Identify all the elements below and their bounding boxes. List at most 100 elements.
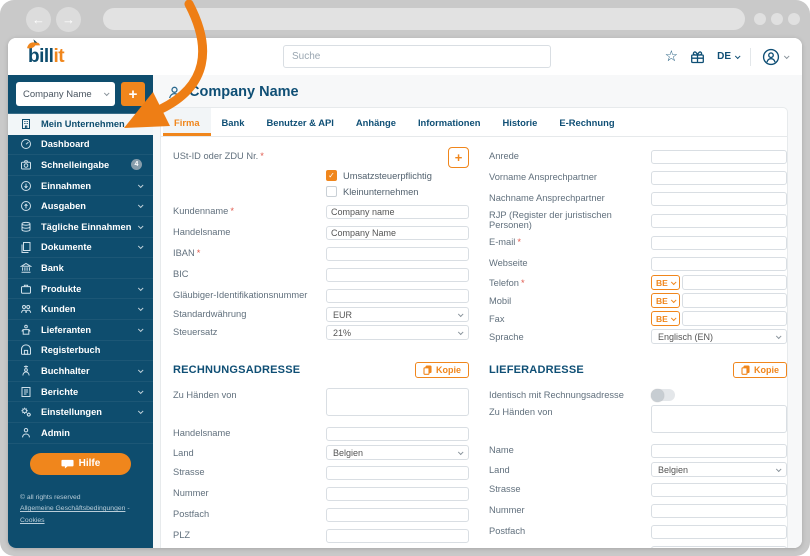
country-code-select[interactable]: BE bbox=[651, 311, 680, 327]
checkbox-unchecked-icon[interactable] bbox=[326, 186, 337, 197]
strasse-liefer-input[interactable] bbox=[651, 483, 787, 498]
vorname-input[interactable] bbox=[651, 171, 787, 185]
kundenname-input[interactable] bbox=[326, 205, 469, 219]
land-liefer-select[interactable]: Belgien bbox=[651, 462, 787, 478]
browser-forward-button[interactable]: → bbox=[56, 7, 81, 32]
handelsname-rechnung-input[interactable] bbox=[326, 427, 469, 442]
zu-haenden-von-textarea[interactable] bbox=[326, 388, 469, 417]
field-kundenname: Kundenname * bbox=[173, 202, 469, 220]
field-postfach-rechnung: Postfach bbox=[173, 505, 469, 523]
mobil-input[interactable] bbox=[681, 293, 787, 309]
account-menu[interactable] bbox=[762, 48, 790, 66]
iban-input[interactable] bbox=[326, 247, 469, 261]
tab-bank[interactable]: Bank bbox=[211, 108, 256, 136]
strasse-input[interactable] bbox=[326, 466, 469, 481]
standardwaehrung-select[interactable]: EUR bbox=[326, 307, 469, 322]
fax-input[interactable] bbox=[681, 311, 787, 327]
tab-benutzer-api[interactable]: Benutzer & API bbox=[255, 108, 344, 136]
glaeubiger-id-input[interactable] bbox=[326, 289, 469, 303]
name-liefer-input[interactable] bbox=[651, 444, 787, 459]
chevron-down-icon bbox=[137, 305, 144, 312]
webseite-input[interactable] bbox=[651, 257, 787, 272]
briefcase-icon bbox=[20, 283, 32, 295]
email-input[interactable] bbox=[651, 236, 787, 251]
sidebar-item-taegliche-einnahmen[interactable]: Tägliche Einnahmen bbox=[8, 217, 153, 238]
gear-icon bbox=[20, 406, 32, 418]
window-dot-icon[interactable] bbox=[788, 13, 800, 25]
sidebar-item-admin[interactable]: Admin bbox=[8, 423, 153, 444]
person-icon bbox=[20, 427, 32, 439]
field-rjp: RJP (Register der juristischen Personen) bbox=[489, 210, 787, 230]
sidebar-item-produkte[interactable]: Produkte bbox=[8, 279, 153, 300]
postfach-liefer-input[interactable] bbox=[651, 525, 787, 540]
plz-liefer-input[interactable] bbox=[651, 546, 787, 548]
bic-input[interactable] bbox=[326, 268, 469, 282]
window-dot-icon[interactable] bbox=[771, 13, 783, 25]
steuersatz-select[interactable]: 21% bbox=[326, 325, 469, 340]
anrede-input[interactable] bbox=[651, 150, 787, 164]
rjp-input[interactable] bbox=[651, 214, 787, 229]
postfach-input[interactable] bbox=[326, 508, 469, 523]
field-email: E-mail * bbox=[489, 233, 787, 251]
chevron-down-icon bbox=[137, 223, 144, 229]
copy-shipping-button[interactable]: Kopie bbox=[732, 362, 787, 379]
checkbox-checked-icon[interactable] bbox=[326, 170, 337, 181]
country-code-select[interactable]: BE bbox=[651, 275, 680, 291]
arrow-right-icon: → bbox=[62, 12, 75, 27]
sidebar-item-mein-unternehmen[interactable]: Mein Unternehmen bbox=[8, 114, 153, 135]
shipping-address-title: LIEFERADRESSE bbox=[489, 364, 584, 377]
sprache-select[interactable]: Englisch (EN) bbox=[651, 329, 787, 345]
nummer-liefer-input[interactable] bbox=[651, 504, 787, 519]
handelsname-input[interactable] bbox=[326, 226, 469, 240]
sidebar-item-dokumente[interactable]: Dokumente bbox=[8, 238, 153, 259]
chevron-down-icon bbox=[457, 449, 464, 456]
tab-anhaenge[interactable]: Anhänge bbox=[345, 108, 407, 136]
tab-firma[interactable]: Firma bbox=[163, 108, 211, 136]
tab-informationen[interactable]: Informationen bbox=[407, 108, 492, 136]
add-company-button[interactable]: + bbox=[121, 82, 145, 106]
chevron-down-icon bbox=[457, 310, 464, 317]
telefon-input[interactable] bbox=[681, 275, 787, 291]
sidebar-item-bank[interactable]: Bank bbox=[8, 258, 153, 279]
land-select[interactable]: Belgien bbox=[326, 445, 469, 461]
terms-link[interactable]: Allgemeine Geschäftsbedingungen bbox=[20, 505, 125, 512]
copy-billing-button[interactable]: Kopie bbox=[414, 362, 469, 379]
sidebar-item-label: Kunden bbox=[41, 304, 76, 315]
sidebar-item-kunden[interactable]: Kunden bbox=[8, 299, 153, 320]
tab-e-rechnung[interactable]: E-Rechnung bbox=[548, 108, 625, 136]
nachname-input[interactable] bbox=[651, 192, 787, 206]
field-ort-rechnung: Ort bbox=[173, 547, 469, 548]
sidebar-item-schnelleingabe[interactable]: Schnelleingabe 4 bbox=[8, 155, 153, 176]
nummer-input[interactable] bbox=[326, 487, 469, 502]
plz-input[interactable] bbox=[326, 529, 469, 544]
zu-haenden-von-liefer-textarea[interactable] bbox=[651, 405, 787, 434]
browser-back-button[interactable]: ← bbox=[26, 7, 51, 32]
sidebar-item-buchhalter[interactable]: Buchhalter bbox=[8, 361, 153, 382]
copy-button-label: Kopie bbox=[753, 365, 779, 376]
company-select[interactable]: Company Name bbox=[16, 82, 115, 106]
identical-address-toggle[interactable] bbox=[651, 388, 675, 402]
search-input[interactable] bbox=[283, 45, 551, 68]
sidebar-item-dashboard[interactable]: Dashboard bbox=[8, 135, 153, 156]
sidebar-item-registerbuch[interactable]: Registerbuch bbox=[8, 341, 153, 362]
country-code-select[interactable]: BE bbox=[651, 293, 680, 309]
sidebar-item-einstellungen[interactable]: Einstellungen bbox=[8, 402, 153, 423]
add-vat-button[interactable]: + bbox=[448, 147, 469, 168]
window-dot-icon[interactable] bbox=[754, 13, 766, 25]
sidebar-item-lieferanten[interactable]: Lieferanten bbox=[8, 320, 153, 341]
gift-icon[interactable] bbox=[689, 49, 706, 65]
company-form: USt-ID oder ZDU Nr.* + Umsatzsteuerpflic… bbox=[161, 137, 787, 347]
tab-historie[interactable]: Historie bbox=[491, 108, 548, 136]
address-bar[interactable] bbox=[103, 8, 745, 30]
star-icon[interactable]: ☆ bbox=[665, 49, 678, 64]
help-button[interactable]: Hilfe bbox=[30, 452, 131, 475]
sidebar-item-berichte[interactable]: Berichte bbox=[8, 382, 153, 403]
sidebar-item-ausgaben[interactable]: Ausgaben bbox=[8, 196, 153, 217]
language-selector[interactable]: DE bbox=[717, 51, 741, 62]
cookies-link[interactable]: Cookies bbox=[20, 517, 45, 524]
field-mobil: Mobil BE bbox=[489, 293, 787, 309]
sidebar-item-einnahmen[interactable]: Einnahmen bbox=[8, 176, 153, 197]
billit-logo[interactable]: billit bbox=[27, 38, 65, 68]
report-icon bbox=[20, 386, 32, 398]
field-handelsname-rechnung: Handelsname bbox=[173, 424, 469, 442]
